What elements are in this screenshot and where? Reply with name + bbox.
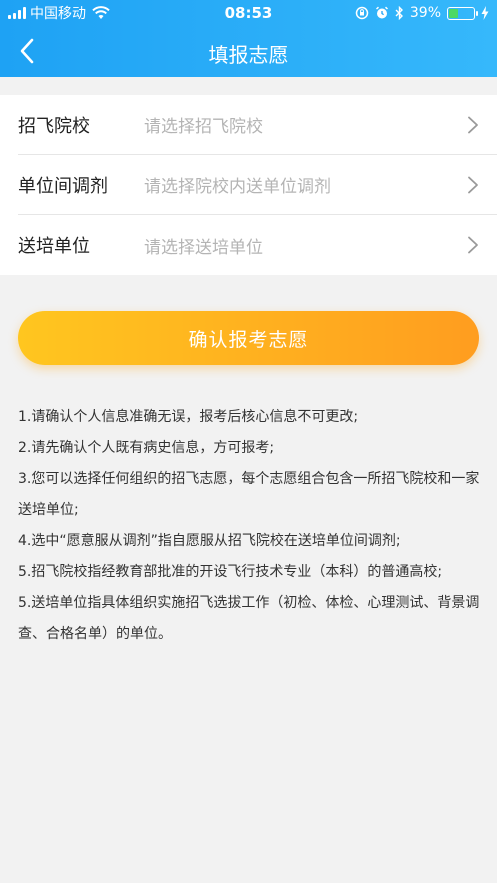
row-placeholder: 请选择送培单位 <box>144 237 263 258</box>
charging-icon <box>481 6 489 20</box>
row-training-unit[interactable]: 送培单位 请选择送培单位 <box>18 215 497 275</box>
row-label: 送培单位 <box>18 236 90 257</box>
notes-list: 1.请确认个人信息准确无误，报考后核心信息不可更改; 2.请先确认个人既有病史信… <box>18 402 481 650</box>
confirm-application-button[interactable]: 确认报考志愿 <box>18 311 479 365</box>
nav-bar: 填报志愿 <box>0 26 497 77</box>
orientation-lock-icon <box>355 6 369 20</box>
bluetooth-icon <box>395 6 403 20</box>
chevron-right-icon <box>468 116 478 134</box>
note-item: 5.招飞院校指经教育部批准的开设飞行技术专业（本科）的普通高校; <box>18 564 443 580</box>
battery-percent: 39% <box>409 5 441 21</box>
row-label: 招飞院校 <box>18 115 90 137</box>
note-item: 1.请确认个人信息准确无误，报考后核心信息不可更改; <box>18 409 359 425</box>
row-flight-school[interactable]: 招飞院校 请选择招飞院校 <box>18 95 497 155</box>
app-header: 中国移动 08:53 39% 填报志愿 <box>0 0 497 77</box>
status-right: 39% <box>355 4 489 22</box>
volunteer-form: 招飞院校 请选择招飞院校 单位间调剂 请选择院校内送单位调剂 送培单位 请选择送… <box>0 95 497 275</box>
note-item: 3.您可以选择任何组织的招飞志愿，每个志愿组合包含一所招飞院校和一家送培单位; <box>18 471 480 518</box>
page-title: 填报志愿 <box>208 43 289 67</box>
battery-icon <box>447 6 478 20</box>
row-label: 单位间调剂 <box>18 175 108 197</box>
chevron-right-icon <box>468 236 478 254</box>
status-bar: 中国移动 08:53 39% <box>0 0 497 26</box>
battery-level <box>449 8 459 18</box>
note-item: 4.选中“愿意服从调剂”指自愿服从招飞院校在送培单位间调剂; <box>18 533 401 549</box>
row-placeholder: 请选择院校内送单位调剂 <box>144 177 331 197</box>
note-item: 2.请先确认个人既有病史信息，方可报考; <box>18 440 275 456</box>
chevron-right-icon <box>468 176 478 194</box>
alarm-icon <box>375 6 388 19</box>
note-item: 5.送培单位指具体组织实施招飞选拔工作（初检、体检、心理测试、背景调查、合格名单… <box>18 595 480 642</box>
row-placeholder: 请选择招飞院校 <box>144 117 263 137</box>
row-unit-adjustment[interactable]: 单位间调剂 请选择院校内送单位调剂 <box>18 155 497 215</box>
